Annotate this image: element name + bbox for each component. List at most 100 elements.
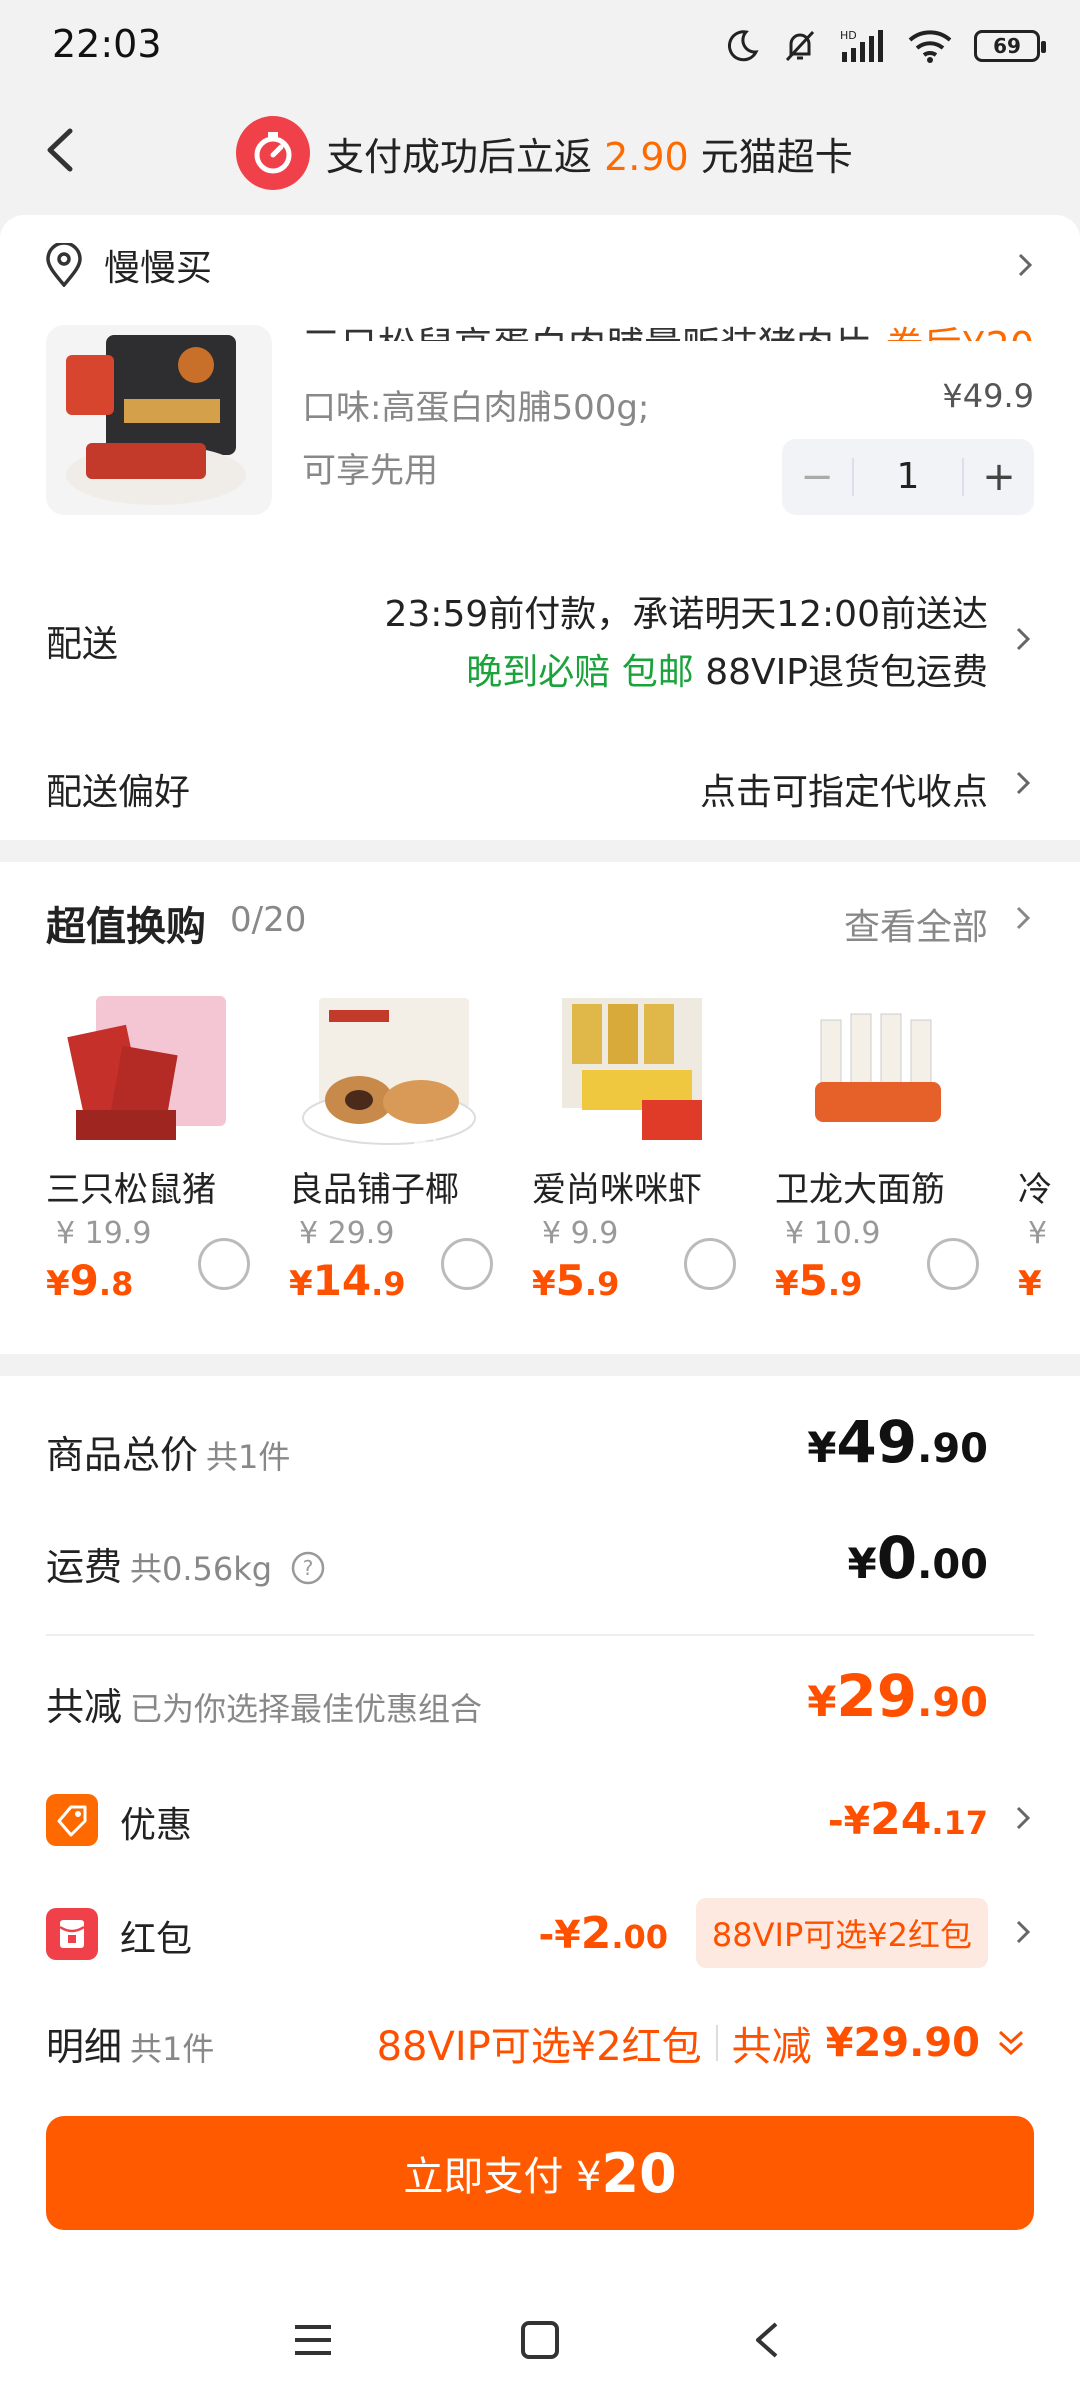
red-packet-label: 红包 xyxy=(120,1919,193,1960)
preference-value[interactable]: 点击可指定代收点 xyxy=(700,763,988,815)
chevron-right-icon[interactable] xyxy=(1012,1916,1034,1948)
red-packet-amount[interactable]: -¥2.00 xyxy=(538,1908,668,1959)
chevron-right-icon[interactable] xyxy=(1012,1802,1034,1834)
address-label: 慢慢买 xyxy=(104,248,213,289)
preference-label: 配送偏好 xyxy=(46,772,191,813)
double-chevron-down-icon xyxy=(998,2030,1024,2056)
system-back-button[interactable] xyxy=(727,2300,807,2380)
swap-item[interactable]: 三只松鼠猪 ¥ 19.9 ¥9.8 xyxy=(46,990,276,1330)
discount-total: ¥29.90 xyxy=(807,1662,988,1730)
increment-button[interactable]: + xyxy=(964,454,1034,500)
chevron-right-icon[interactable] xyxy=(1012,767,1034,799)
detail-vip-text: 88VIP可选¥2红包 xyxy=(376,2024,702,2070)
late-compensation-tag: 晚到必赔 xyxy=(466,652,611,693)
swap-item-name: 三只松鼠猪 xyxy=(46,1170,216,1210)
coupon-label: 优惠 xyxy=(120,1805,193,1846)
swap-item-price: ¥ xyxy=(1018,1264,1042,1304)
signal-icon: HD xyxy=(840,29,883,62)
menu-button[interactable] xyxy=(273,2300,353,2380)
discount-label: 共减 已为你选择最佳优惠组合 xyxy=(46,1685,483,1729)
product-price: ¥49.9 xyxy=(942,377,1034,415)
status-icons: HD 69 xyxy=(724,22,1046,70)
banner-text: 支付成功后立返 2.90 元猫超卡 xyxy=(326,134,853,179)
swap-count: 0/20 xyxy=(230,900,307,940)
home-button[interactable] xyxy=(500,2300,580,2380)
swap-item-name: 卫龙大面筋 xyxy=(775,1170,945,1210)
summary-card: 商品总价 共1件 ¥49.90 运费 共0.56kg ? ¥0.00 共减 已为你选择… xyxy=(0,1376,1080,2400)
pay-now-button[interactable]: 立即支付 ¥20 xyxy=(46,2116,1034,2230)
product-note: 可享先用 xyxy=(302,451,438,491)
product-coupon-price: 券后¥20 xyxy=(885,315,1034,341)
divider xyxy=(46,1634,1034,1636)
swap-item-price: ¥9.8 xyxy=(46,1256,134,1305)
free-shipping-tag: 包邮 xyxy=(621,652,694,693)
swap-item-name: 冷 xyxy=(1018,1170,1052,1210)
coupon-tag-icon xyxy=(46,1794,98,1846)
delivery-label: 配送 xyxy=(46,624,119,665)
status-bar: 22:03 HD 69 xyxy=(0,0,1080,90)
svg-text:HD: HD xyxy=(840,29,857,42)
wifi-icon xyxy=(908,30,952,63)
system-nav-bar xyxy=(0,2280,1080,2400)
detail-summary[interactable]: 88VIP可选¥2红包 共减 ¥29.90 xyxy=(377,2014,1028,2072)
swap-title: 超值换购 xyxy=(46,904,206,950)
swap-item-price: ¥14.9 xyxy=(289,1256,406,1305)
swap-item-original-price: ¥ xyxy=(1028,1216,1048,1251)
vip-red-packet-tag[interactable]: 88VIP可选¥2红包 xyxy=(695,1898,988,1968)
swap-item-radio[interactable] xyxy=(684,1238,736,1290)
home-square-icon xyxy=(520,2321,559,2359)
top-bar: 支付成功后立返 2.90 元猫超卡 xyxy=(0,90,1080,215)
detail-label: 明细 共1件 xyxy=(46,2025,215,2069)
location-pin-icon xyxy=(46,243,82,287)
swap-item-original-price: ¥ 19.9 xyxy=(56,1216,152,1251)
swap-item-original-price: ¥ 29.9 xyxy=(299,1216,395,1251)
back-button[interactable] xyxy=(30,120,90,180)
total-label: 商品总价 共1件 xyxy=(46,1433,291,1477)
help-icon[interactable]: ? xyxy=(290,1550,326,1586)
swap-item-radio[interactable] xyxy=(198,1238,250,1290)
chevron-right-icon xyxy=(1018,253,1033,277)
battery-icon: 69 xyxy=(974,30,1046,62)
detail-total-amount: ¥29.90 xyxy=(825,2020,980,2066)
quantity-value[interactable]: 1 xyxy=(852,458,964,496)
product-title: 三只松鼠高蛋白肉脯量贩装猪肉片 xyxy=(302,315,872,341)
chevron-right-icon[interactable] xyxy=(1012,623,1034,655)
shipping-label: 运费 共0.56kg ? xyxy=(46,1536,326,1591)
stopwatch-icon xyxy=(236,116,310,190)
decrement-button[interactable]: − xyxy=(782,454,852,500)
swap-item-image xyxy=(562,998,702,1140)
quantity-stepper: − 1 + xyxy=(782,439,1034,515)
swap-item[interactable]: 卫龙大面筋 ¥ 10.9 ¥5.9 xyxy=(775,990,1005,1330)
shipping-price: ¥0.00 xyxy=(847,1524,988,1592)
cashback-banner: 支付成功后立返 2.90 元猫超卡 xyxy=(236,108,853,198)
swap-item-radio[interactable] xyxy=(927,1238,979,1290)
chevron-right-icon[interactable] xyxy=(1012,902,1034,934)
total-price: ¥49.90 xyxy=(807,1408,988,1476)
product-image[interactable] xyxy=(46,325,272,515)
vip-return-tag: 88VIP退货包运费 xyxy=(705,652,988,693)
view-all-link[interactable]: 查看全部 xyxy=(844,898,988,950)
coupon-amount[interactable]: -¥24.17 xyxy=(828,1794,988,1845)
swap-item-radio[interactable] xyxy=(441,1238,493,1290)
svg-text:?: ? xyxy=(303,1556,314,1580)
red-packet-icon xyxy=(46,1908,98,1960)
delivery-promise[interactable]: 23:59前付款，承诺明天12:00前送达 xyxy=(385,585,989,637)
watermark: 花裙子007 xyxy=(412,1136,579,1176)
swap-item[interactable]: 冷 ¥ ¥ xyxy=(1018,990,1080,1330)
swap-card: 超值换购 0/20 查看全部 三只松鼠猪 ¥ 19.9 ¥9.8 良品铺子椰 ¥… xyxy=(0,862,1080,1354)
back-arrow-icon xyxy=(47,128,73,172)
product-spec[interactable]: 口味:高蛋白肉脯500g; xyxy=(302,380,649,429)
swap-item-image xyxy=(67,996,226,1140)
address-row[interactable]: 慢慢买 xyxy=(44,235,1036,295)
swap-item-price: ¥5.9 xyxy=(775,1256,863,1305)
order-card: 慢慢买 三只松鼠高蛋白肉脯量贩装猪肉片 券后¥20 口味:高蛋白肉脯500g; … xyxy=(0,215,1080,840)
swap-item-image xyxy=(302,998,476,1145)
swap-item-price: ¥5.9 xyxy=(532,1256,620,1305)
mute-bell-icon xyxy=(785,30,815,62)
back-triangle-icon xyxy=(755,2322,777,2358)
swap-item-original-price: ¥ 9.9 xyxy=(542,1216,619,1251)
detail-total-label: 共减 xyxy=(731,2024,812,2070)
cashback-amount: 2.90 xyxy=(604,134,689,179)
swap-item-original-price: ¥ 10.9 xyxy=(785,1216,881,1251)
delivery-tags[interactable]: 晚到必赔 包邮 88VIP退货包运费 xyxy=(466,643,988,695)
